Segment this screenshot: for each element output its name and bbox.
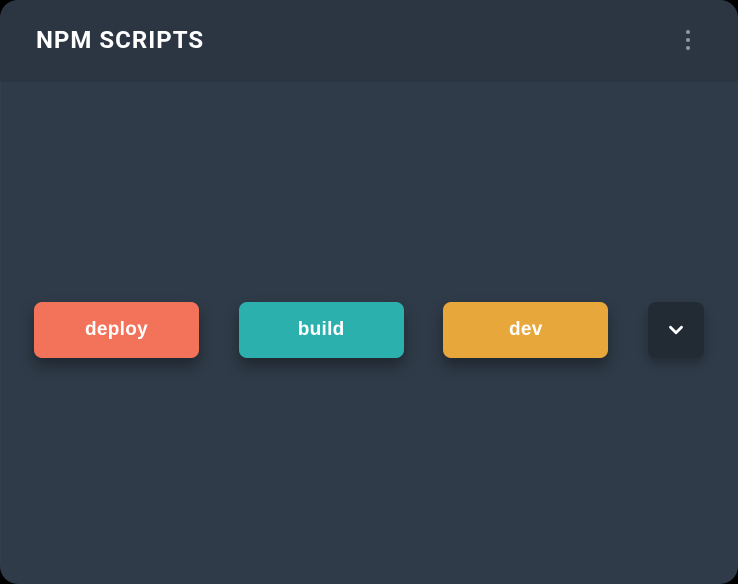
chevron-down-icon bbox=[665, 319, 687, 341]
more-vertical-icon bbox=[686, 30, 690, 50]
script-button-label: dev bbox=[509, 319, 543, 341]
panel-title: NPM SCRIPTS bbox=[36, 26, 204, 54]
deploy-script-button[interactable]: deploy bbox=[34, 302, 199, 358]
panel-header: NPM SCRIPTS bbox=[0, 0, 738, 80]
script-button-label: deploy bbox=[85, 319, 148, 341]
npm-scripts-panel: NPM SCRIPTS deploy build dev bbox=[0, 0, 738, 584]
more-options-button[interactable] bbox=[674, 20, 702, 60]
script-button-label: build bbox=[298, 319, 345, 341]
scripts-row: deploy build dev bbox=[0, 302, 738, 358]
dev-script-button[interactable]: dev bbox=[443, 302, 608, 358]
build-script-button[interactable]: build bbox=[239, 302, 404, 358]
expand-scripts-button[interactable] bbox=[648, 302, 704, 358]
